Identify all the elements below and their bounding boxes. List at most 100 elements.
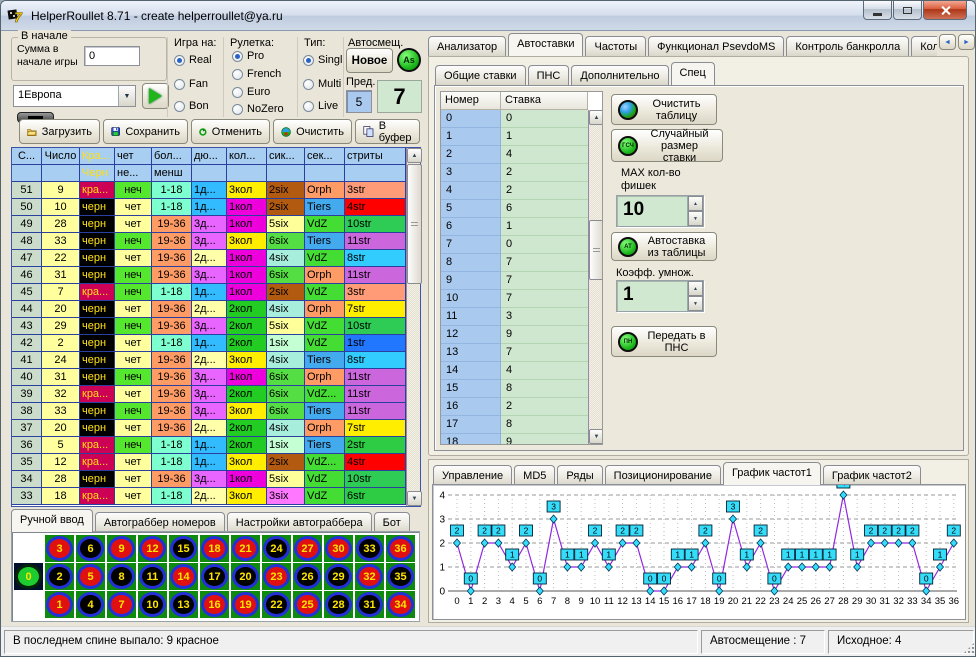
tab-psevdoms[interactable]: Функционал PsevdoMS xyxy=(648,36,784,56)
new-button[interactable]: Новое xyxy=(346,48,393,73)
maximize-button[interactable] xyxy=(893,1,922,20)
clear-button[interactable]: Очистить xyxy=(273,119,352,144)
bets-row[interactable]: 42 xyxy=(441,182,588,200)
tab-positioning[interactable]: Позиционирование xyxy=(605,465,721,485)
number-button-7[interactable]: 7 xyxy=(107,591,136,618)
scroll-down-icon[interactable]: ▼ xyxy=(589,429,602,444)
number-button-10[interactable]: 10 xyxy=(138,591,167,618)
number-button-36[interactable]: 36 xyxy=(386,535,415,562)
tab-common-bets[interactable]: Общие ставки xyxy=(435,65,526,85)
bet-value[interactable]: 7 xyxy=(501,344,588,362)
bet-number[interactable]: 13 xyxy=(441,344,501,362)
spin-up-icon[interactable]: ▲ xyxy=(688,196,703,211)
bet-number[interactable]: 9 xyxy=(441,272,501,290)
autobet-from-table-button[interactable]: АТ Автоставка из таблицы xyxy=(611,232,717,261)
bet-number[interactable]: 15 xyxy=(441,380,501,398)
bets-row[interactable]: 129 xyxy=(441,326,588,344)
undo-button[interactable]: Отменить xyxy=(191,119,270,144)
tab-manual-input[interactable]: Ручной ввод xyxy=(11,509,93,532)
scroll-up-icon[interactable]: ▲ xyxy=(589,110,602,125)
number-button-22[interactable]: 22 xyxy=(262,591,291,618)
number-button-3[interactable]: 3 xyxy=(45,535,74,562)
bets-row[interactable]: 137 xyxy=(441,344,588,362)
number-button-35[interactable]: 35 xyxy=(386,563,415,590)
number-button-13[interactable]: 13 xyxy=(169,591,198,618)
number-button-34[interactable]: 34 xyxy=(386,591,415,618)
radio-pro[interactable]: Pro xyxy=(232,50,264,62)
tab-wheel[interactable]: Колесо ру xyxy=(911,36,937,56)
bet-value[interactable]: 4 xyxy=(501,362,588,380)
tabs-scroll-right-icon[interactable]: ► xyxy=(958,34,975,50)
number-button-27[interactable]: 27 xyxy=(293,535,322,562)
bets-row[interactable]: 189 xyxy=(441,434,588,444)
tab-grabber-settings[interactable]: Настройки автограббера xyxy=(227,512,372,532)
number-button-11[interactable]: 11 xyxy=(138,563,167,590)
max-chips-spinner[interactable]: 10 ▲▼ xyxy=(616,195,704,227)
number-button-12[interactable]: 12 xyxy=(138,535,167,562)
save-button[interactable]: Сохранить xyxy=(103,119,188,144)
tabs-scroll-left-icon[interactable]: ◄ xyxy=(939,34,956,50)
bets-row[interactable]: 56 xyxy=(441,200,588,218)
number-button-5[interactable]: 5 xyxy=(76,563,105,590)
radio-euro[interactable]: Euro xyxy=(232,86,270,98)
radio-real[interactable]: Real xyxy=(174,54,212,66)
tab-pns[interactable]: ПНС xyxy=(528,65,570,85)
bet-number[interactable]: 4 xyxy=(441,182,501,200)
scrollbar-thumb[interactable] xyxy=(407,164,422,284)
bets-row[interactable]: 158 xyxy=(441,380,588,398)
bet-value[interactable]: 6 xyxy=(501,200,588,218)
number-button-20[interactable]: 20 xyxy=(231,563,260,590)
as-icon[interactable]: As xyxy=(397,48,421,72)
bets-col-stake[interactable]: Ставка xyxy=(501,92,588,110)
bet-value[interactable]: 2 xyxy=(501,164,588,182)
bets-scrollbar[interactable]: ▲ ▼ xyxy=(588,110,602,444)
bet-number[interactable]: 12 xyxy=(441,326,501,344)
number-button-1[interactable]: 1 xyxy=(45,591,74,618)
bet-number[interactable]: 14 xyxy=(441,362,501,380)
number-button-15[interactable]: 15 xyxy=(169,535,198,562)
bet-number[interactable]: 2 xyxy=(441,146,501,164)
bet-value[interactable]: 7 xyxy=(501,254,588,272)
bets-row[interactable]: 70 xyxy=(441,236,588,254)
bet-number[interactable]: 3 xyxy=(441,164,501,182)
bets-row[interactable]: 61 xyxy=(441,218,588,236)
multiplier-spinner[interactable]: 1 ▲▼ xyxy=(616,280,704,312)
history-scrollbar[interactable]: ▲ ▼ xyxy=(406,148,420,506)
scroll-down-icon[interactable]: ▼ xyxy=(407,491,422,506)
bet-number[interactable]: 6 xyxy=(441,218,501,236)
number-button-21[interactable]: 21 xyxy=(231,535,260,562)
bet-number[interactable]: 18 xyxy=(441,434,501,444)
bet-number[interactable]: 8 xyxy=(441,254,501,272)
bet-value[interactable]: 9 xyxy=(501,326,588,344)
send-to-pns-button[interactable]: ПН Передать в ПНС xyxy=(611,326,717,357)
spin-down-icon[interactable]: ▼ xyxy=(688,211,703,226)
number-button-25[interactable]: 25 xyxy=(293,591,322,618)
random-bet-button[interactable]: ГСЧ Случайный размер ставки xyxy=(611,129,723,162)
tab-additional[interactable]: Дополнительно xyxy=(571,65,668,85)
bet-value[interactable]: 9 xyxy=(501,434,588,444)
bets-row[interactable]: 87 xyxy=(441,254,588,272)
spin-down-icon[interactable]: ▼ xyxy=(688,296,703,311)
number-button-18[interactable]: 18 xyxy=(200,535,229,562)
number-button-8[interactable]: 8 xyxy=(107,563,136,590)
bet-number[interactable]: 5 xyxy=(441,200,501,218)
number-button-4[interactable]: 4 xyxy=(76,591,105,618)
bets-row[interactable]: 113 xyxy=(441,308,588,326)
bet-value[interactable]: 8 xyxy=(501,380,588,398)
tab-control[interactable]: Управление xyxy=(433,465,512,485)
bet-number[interactable]: 11 xyxy=(441,308,501,326)
bet-number[interactable]: 1 xyxy=(441,128,501,146)
bet-value[interactable]: 1 xyxy=(501,218,588,236)
number-button-32[interactable]: 32 xyxy=(355,563,384,590)
tab-autograbber[interactable]: Автограббер номеров xyxy=(95,512,225,532)
bet-value[interactable]: 0 xyxy=(501,236,588,254)
bets-row[interactable]: 178 xyxy=(441,416,588,434)
number-button-16[interactable]: 16 xyxy=(200,591,229,618)
radio-bon[interactable]: Bon xyxy=(174,100,209,112)
number-button-6[interactable]: 6 xyxy=(76,535,105,562)
bet-number[interactable]: 17 xyxy=(441,416,501,434)
spin-up-icon[interactable]: ▲ xyxy=(688,281,703,296)
bet-value[interactable]: 2 xyxy=(501,182,588,200)
bet-value[interactable]: 7 xyxy=(501,290,588,308)
bet-value[interactable]: 2 xyxy=(501,398,588,416)
